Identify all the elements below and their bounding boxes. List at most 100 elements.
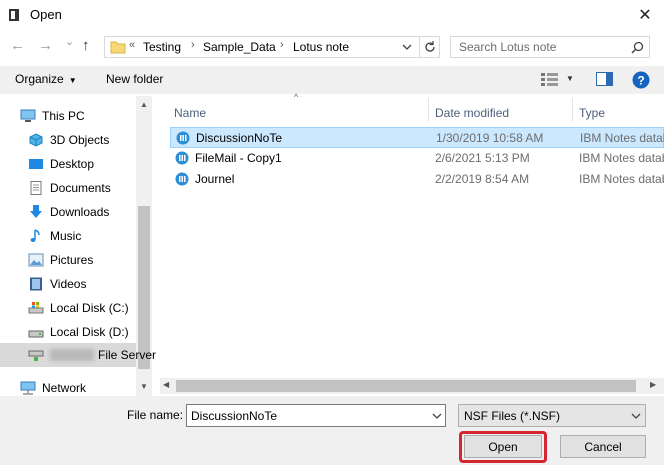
desktop-icon [29, 159, 43, 169]
file-type-value: NSF Files (*.NSF) [464, 409, 560, 423]
notes-database-icon [176, 131, 190, 145]
divider [419, 37, 420, 57]
new-folder-button[interactable]: New folder [106, 72, 163, 86]
file-row-selected[interactable]: DiscussionNoTe 1/30/2019 10:58 AM IBM No… [170, 127, 664, 148]
notes-database-icon [175, 151, 189, 165]
column-divider[interactable] [428, 98, 429, 122]
file-name: FileMail - Copy1 [195, 151, 282, 165]
sidebar-item-this-pc[interactable]: This PC [20, 105, 85, 127]
breadcrumb-separator: › [191, 39, 195, 51]
sidebar-item-label: Documents [50, 181, 111, 195]
file-type: IBM Notes datab [580, 131, 664, 145]
dropdown-arrow-icon: ▼ [68, 76, 77, 85]
sidebar-item-videos[interactable]: Videos [28, 273, 86, 295]
scroll-left-icon[interactable]: ◀ [163, 380, 169, 389]
file-date: 2/6/2021 5:13 PM [435, 151, 530, 165]
title-bar: Open ✕ [0, 0, 664, 30]
address-bar[interactable]: « Testing › Sample_Data › Lotus note [104, 36, 440, 58]
column-header-type[interactable]: Type [579, 106, 605, 120]
app-icon [9, 9, 19, 21]
breadcrumb-lotus-note[interactable]: Lotus note [293, 40, 349, 54]
arrow-right-icon: → [38, 37, 53, 54]
chevron-down-icon: ⌄ [65, 36, 75, 48]
address-overflow[interactable]: « [129, 39, 135, 51]
cancel-button[interactable]: Cancel [560, 435, 646, 458]
scroll-down-icon[interactable]: ▼ [140, 382, 148, 391]
notes-database-icon [175, 172, 189, 186]
sidebar-item-label: Pictures [50, 253, 94, 267]
scroll-up-icon[interactable]: ▲ [140, 100, 148, 109]
column-header-date[interactable]: Date modified [435, 106, 509, 120]
sidebar-item-label: Music [50, 229, 82, 243]
sidebar-item-label: Videos [50, 277, 87, 291]
sidebar-item-label: Network [42, 381, 87, 395]
sidebar-item-3d-objects[interactable]: 3D Objects [28, 129, 109, 151]
sidebar-item-pictures[interactable]: Pictures [28, 249, 93, 271]
up-button[interactable]: ↑ [82, 37, 90, 54]
music-icon [30, 229, 40, 242]
network-icon [20, 381, 36, 395]
file-type-select[interactable]: NSF Files (*.NSF) [458, 404, 646, 427]
organize-button[interactable]: Organize ▼ [15, 72, 77, 86]
file-name-label: File name: [127, 408, 184, 422]
svg-text:?: ? [637, 74, 644, 88]
open-button[interactable]: Open [464, 435, 542, 458]
breadcrumb-testing[interactable]: Testing [143, 40, 181, 54]
file-date: 1/30/2019 10:58 AM [436, 131, 544, 145]
search-input[interactable]: Search Lotus note [459, 40, 556, 54]
help-icon[interactable]: ? [632, 71, 650, 89]
sidebar-item-file-server[interactable]: File Server [28, 344, 156, 366]
column-header-name[interactable]: Name [174, 106, 206, 120]
breadcrumb-sample-data[interactable]: Sample_Data [203, 40, 276, 54]
sidebar-item-documents[interactable]: Documents [28, 177, 111, 199]
sidebar-item-downloads[interactable]: Downloads [28, 201, 109, 223]
sidebar-item-label: 3D Objects [50, 133, 110, 147]
sidebar-item-local-disk-c[interactable]: Local Disk (C:) [28, 297, 129, 319]
close-button[interactable]: ✕ [626, 0, 664, 30]
sidebar-item-label: Desktop [50, 157, 95, 171]
arrow-left-icon: ← [10, 37, 25, 54]
pc-icon [20, 109, 36, 122]
chevron-down-icon[interactable] [432, 413, 442, 420]
sidebar-item-local-disk-d[interactable]: Local Disk (D:) [28, 321, 129, 343]
window-title: Open [30, 7, 62, 22]
view-dropdown-icon[interactable]: ▼ [566, 74, 574, 83]
documents-icon [30, 181, 42, 195]
pictures-icon [28, 253, 44, 267]
file-name: Journel [195, 172, 235, 186]
command-bar: Organize ▼ New folder ▼ ? [0, 66, 664, 94]
back-button[interactable]: ← [10, 37, 25, 54]
sort-ascending-icon: ^ [294, 92, 299, 102]
preview-pane-icon[interactable] [596, 72, 613, 86]
file-row[interactable]: FileMail - Copy1 2/6/2021 5:13 PM IBM No… [170, 148, 664, 169]
scroll-right-icon[interactable]: ▶ [650, 380, 656, 389]
column-divider[interactable] [572, 98, 573, 122]
view-options-icon[interactable] [541, 73, 559, 86]
forward-button[interactable]: → [38, 37, 53, 54]
search-icon [631, 41, 644, 54]
drive-icon [28, 302, 44, 314]
drive-icon [28, 330, 44, 338]
horizontal-scrollbar-thumb[interactable] [176, 380, 636, 392]
file-name: DiscussionNoTe [196, 131, 283, 145]
organize-label: Organize [15, 72, 64, 86]
file-type: IBM Notes datab [579, 172, 664, 186]
breadcrumb-separator: › [280, 39, 284, 51]
chevron-down-icon [631, 413, 641, 419]
sidebar-item-label: Downloads [50, 205, 110, 219]
search-box[interactable]: Search Lotus note [450, 36, 650, 58]
folder-icon [110, 41, 126, 54]
sidebar-item-desktop[interactable]: Desktop [28, 153, 94, 175]
chevron-down-icon[interactable] [402, 44, 412, 51]
file-row[interactable]: Journel 2/2/2019 8:54 AM IBM Notes datab [170, 169, 664, 190]
refresh-icon[interactable] [423, 40, 437, 54]
sidebar-item-music[interactable]: Music [28, 225, 81, 247]
arrow-up-icon: ↑ [82, 37, 90, 54]
file-name-value: DiscussionNoTe [191, 409, 278, 423]
sidebar-item-label: File Server [98, 348, 157, 362]
redacted-text [50, 349, 94, 361]
cube-icon [29, 133, 43, 147]
recent-locations-button[interactable]: ⌄ [65, 35, 74, 48]
close-icon: ✕ [638, 7, 652, 24]
file-name-input[interactable]: DiscussionNoTe [186, 404, 446, 427]
